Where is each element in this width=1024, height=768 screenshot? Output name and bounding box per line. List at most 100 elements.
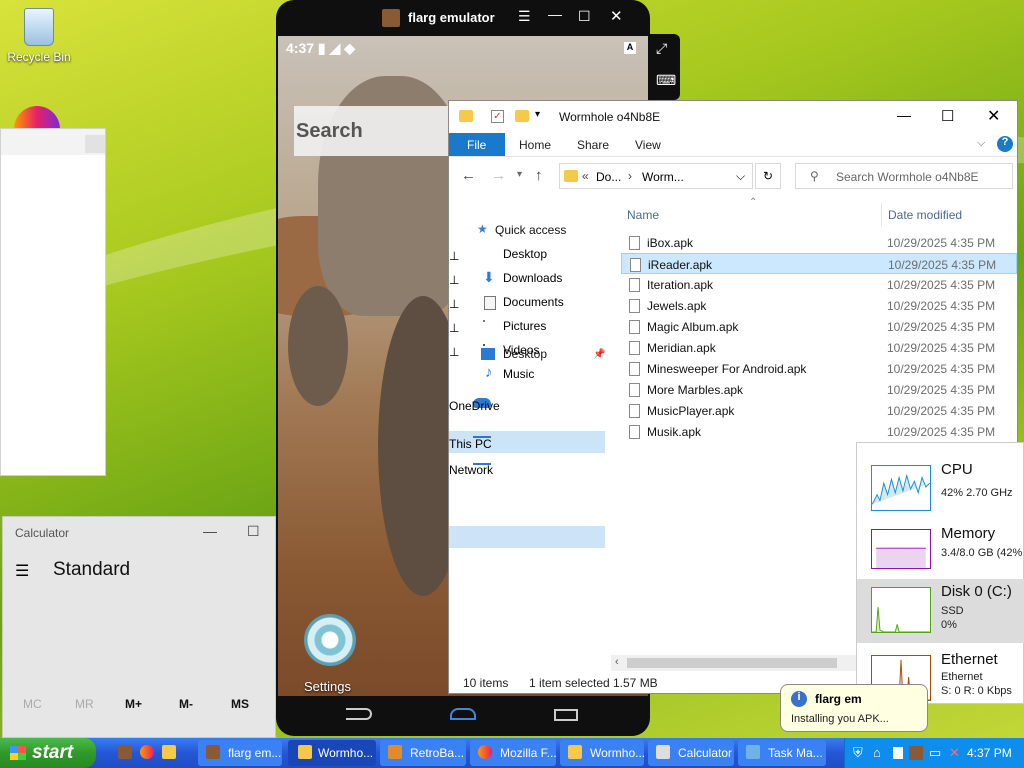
- tray-window-icon[interactable]: [893, 747, 903, 759]
- clock[interactable]: 4:37 PM: [967, 746, 1012, 760]
- column-header-date[interactable]: Date modified: [888, 208, 962, 222]
- close-icon[interactable]: ✕: [987, 106, 1000, 126]
- search-input[interactable]: ⚲ Search Wormhole o4Nb8E: [795, 163, 1013, 189]
- settings-icon[interactable]: [304, 614, 356, 666]
- file-row[interactable]: Minesweeper For Android.apk 10/29/2025 4…: [621, 358, 1017, 379]
- breadcrumb-part-2[interactable]: Worm...: [642, 170, 684, 184]
- nav-this-pc[interactable]: This PC: [449, 437, 492, 451]
- network-icon[interactable]: ▭: [929, 745, 941, 761]
- address-bar[interactable]: « Do... › Worm... ⌵: [559, 163, 753, 189]
- firefox-desktop-icon[interactable]: [14, 106, 60, 130]
- m-plus-button[interactable]: M+: [125, 697, 142, 711]
- back-arrow-icon[interactable]: ←: [461, 167, 476, 184]
- retrobar-icon: [388, 745, 402, 759]
- nav-documents[interactable]: Documents: [503, 295, 564, 309]
- file-row-selected[interactable]: iReader.apk 10/29/2025 4:35 PM: [621, 253, 1017, 274]
- task-manager-window[interactable]: CPU 42% 2.70 GHz Memory 3.4/8.0 GB (42% …: [856, 442, 1024, 704]
- nav-onedrive[interactable]: OneDrive: [449, 399, 500, 413]
- overflow-chevron-icon[interactable]: «: [582, 169, 589, 183]
- ms-button[interactable]: MS: [231, 697, 249, 711]
- forward-arrow-icon[interactable]: →: [491, 167, 506, 184]
- close-icon[interactable]: ✕: [610, 7, 623, 25]
- calculator-window[interactable]: Calculator — ☐ ☰ Standard MC MR M+ M- MS: [2, 516, 276, 738]
- taskbar-button-calculator[interactable]: Calculator: [648, 740, 734, 766]
- tm-item-cpu[interactable]: CPU 42% 2.70 GHz: [857, 457, 1024, 517]
- nav-desktop[interactable]: Desktop: [503, 247, 547, 261]
- taskbar-button-wormhole-1[interactable]: Wormho...: [288, 740, 376, 766]
- properties-icon[interactable]: ✓: [491, 110, 504, 123]
- keyboard-icon[interactable]: ⌨: [656, 72, 676, 89]
- nav-downloads[interactable]: Downloads: [503, 271, 562, 285]
- file-row[interactable]: iBox.apk 10/29/2025 4:35 PM: [621, 232, 1017, 253]
- file-date: 10/29/2025 4:35 PM: [887, 383, 996, 397]
- breadcrumb-part-1[interactable]: Do...: [596, 170, 621, 184]
- tray-app-icon[interactable]: ⌂: [873, 745, 881, 760]
- minimize-icon[interactable]: —: [548, 6, 562, 22]
- nav-videos[interactable]: Videos: [503, 343, 539, 357]
- file-row[interactable]: MusicPlayer.apk 10/29/2025 4:35 PM: [621, 400, 1017, 421]
- explorer-titlebar[interactable]: ✓ ▾ Wormhole o4Nb8E — ☐ ✕: [449, 101, 1017, 131]
- maximize-icon[interactable]: ☐: [578, 8, 591, 25]
- taskbar-button-firefox[interactable]: Mozilla F...: [470, 740, 556, 766]
- ribbon-expand-icon[interactable]: ⌵: [977, 137, 985, 150]
- nav-pictures[interactable]: Pictures: [503, 319, 546, 333]
- taskbar-button-emulator[interactable]: flarg em...: [198, 740, 282, 766]
- nav-music[interactable]: Music: [503, 367, 534, 381]
- file-row[interactable]: Musik.apk 10/29/2025 4:35 PM: [621, 421, 1017, 442]
- menu-icon[interactable]: ☰: [518, 8, 531, 25]
- file-row[interactable]: Iteration.apk 10/29/2025 4:35 PM: [621, 274, 1017, 295]
- recycle-bin-shortcut[interactable]: Recycle Bin: [6, 8, 72, 64]
- emulator-titlebar[interactable]: flarg emulator ☰ — ☐ ✕: [276, 0, 650, 36]
- search-widget[interactable]: Search: [294, 106, 454, 156]
- address-dropdown-icon[interactable]: ⌵: [736, 169, 745, 184]
- fullscreen-icon[interactable]: ⤢: [656, 40, 667, 57]
- background-window[interactable]: [0, 128, 106, 476]
- minimize-icon[interactable]: —: [897, 107, 911, 123]
- file-row[interactable]: Magic Album.apk 10/29/2025 4:35 PM: [621, 316, 1017, 337]
- quicklaunch-folder-icon[interactable]: [162, 745, 176, 759]
- tab-view[interactable]: View: [635, 138, 661, 152]
- taskbar-button-wormhole-2[interactable]: Wormho...: [560, 740, 644, 766]
- refresh-icon[interactable]: ↻: [755, 163, 781, 189]
- up-arrow-icon[interactable]: ↑: [535, 167, 543, 184]
- volume-muted-icon[interactable]: ✕: [949, 745, 960, 761]
- quicklaunch-firefox-icon[interactable]: [140, 745, 154, 759]
- taskbar-button-task-manager[interactable]: Task Ma...: [738, 740, 826, 766]
- tab-share[interactable]: Share: [577, 138, 609, 152]
- mr-button[interactable]: MR: [75, 697, 94, 711]
- background-window-button[interactable]: [85, 135, 105, 153]
- tab-home[interactable]: Home: [519, 138, 551, 152]
- file-row[interactable]: Meridian.apk 10/29/2025 4:35 PM: [621, 337, 1017, 358]
- tm-item-disk[interactable]: Disk 0 (C:) SSD 0%: [857, 579, 1024, 643]
- tm-item-memory[interactable]: Memory 3.4/8.0 GB (42%: [857, 521, 1024, 581]
- hamburger-menu-icon[interactable]: ☰: [15, 561, 29, 581]
- tray-emulator-icon[interactable]: [909, 746, 923, 760]
- taskbar-button-retrobar[interactable]: RetroBa...: [380, 740, 466, 766]
- minimize-icon[interactable]: —: [203, 523, 217, 539]
- new-folder-icon[interactable]: [515, 110, 529, 122]
- recent-locations-icon[interactable]: ▾: [517, 169, 522, 180]
- maximize-icon[interactable]: ☐: [941, 107, 954, 125]
- help-icon[interactable]: ?: [997, 136, 1013, 152]
- security-shield-icon[interactable]: ⛨: [853, 745, 863, 761]
- tab-file[interactable]: File: [449, 133, 505, 156]
- maximize-icon[interactable]: ☐: [247, 523, 260, 540]
- recents-icon[interactable]: [554, 709, 578, 721]
- notification-balloon[interactable]: i flarg em Installing you APK...: [780, 684, 928, 732]
- tm-cpu-detail: 42% 2.70 GHz: [941, 487, 1013, 499]
- back-icon[interactable]: [346, 708, 372, 720]
- file-name: Iteration.apk: [647, 278, 714, 292]
- quick-toolbar-dropdown-icon[interactable]: ▾: [535, 109, 540, 120]
- column-header-name[interactable]: Name: [627, 208, 659, 222]
- m-minus-button[interactable]: M-: [179, 697, 193, 711]
- start-button[interactable]: start: [0, 738, 96, 768]
- nav-network[interactable]: Network: [449, 463, 493, 477]
- mc-button[interactable]: MC: [23, 697, 42, 711]
- scrollbar-thumb[interactable]: [627, 658, 837, 668]
- home-icon[interactable]: [450, 708, 476, 720]
- scroll-left-icon[interactable]: ‹: [615, 656, 619, 668]
- quicklaunch-emulator-icon[interactable]: [118, 745, 132, 759]
- pin-icon: ⊥: [449, 321, 460, 335]
- file-row[interactable]: More Marbles.apk 10/29/2025 4:35 PM: [621, 379, 1017, 400]
- file-row[interactable]: Jewels.apk 10/29/2025 4:35 PM: [621, 295, 1017, 316]
